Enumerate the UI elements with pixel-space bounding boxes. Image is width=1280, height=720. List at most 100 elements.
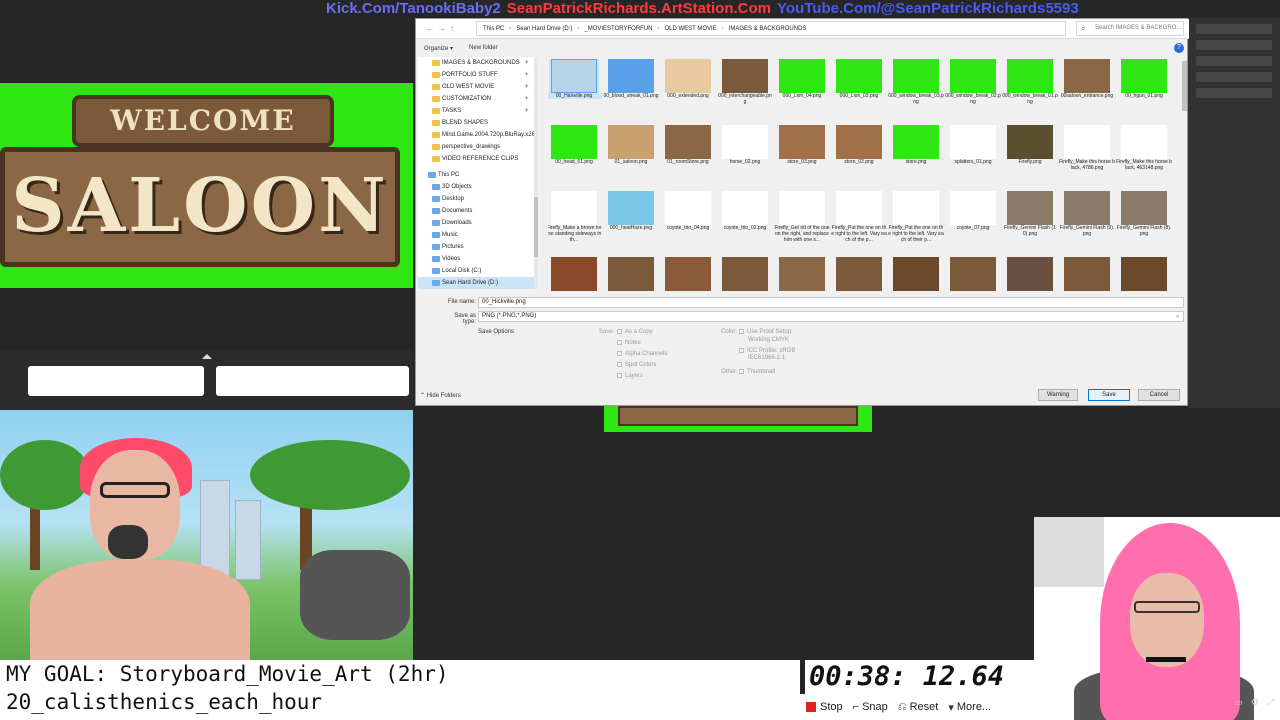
nav-item[interactable]: Desktop bbox=[418, 193, 535, 205]
nav-item[interactable]: 3D Objects bbox=[418, 181, 535, 193]
breadcrumb-item[interactable]: Sean Hard Drive (D:) bbox=[516, 26, 572, 32]
file-thumbnail[interactable] bbox=[833, 257, 885, 291]
hide-folders-toggle[interactable]: ⌃ Hide Folders bbox=[420, 392, 461, 399]
alpha-checkbox[interactable]: Alpha Channels bbox=[617, 351, 667, 357]
stop-button[interactable]: Stop bbox=[806, 701, 843, 713]
file-thumbnail[interactable] bbox=[662, 257, 714, 291]
grid-scrollbar[interactable] bbox=[1182, 57, 1187, 289]
file-thumbnail[interactable]: 000_window_break_03.png bbox=[888, 59, 944, 125]
save-button[interactable]: Save bbox=[1088, 389, 1130, 401]
file-thumbnail[interactable]: 000_window_break_02.png bbox=[945, 59, 1001, 125]
file-thumbnail[interactable]: 00_head_01.png bbox=[548, 125, 600, 191]
file-thumbnail[interactable]: Firefly_Get rid of the one on the right,… bbox=[774, 191, 830, 257]
nav-item[interactable]: PORTFOLIO STUFF ✦ bbox=[418, 69, 535, 81]
breadcrumb-item[interactable]: _MOVIESTORYFORFUN bbox=[584, 26, 652, 32]
nav-item[interactable]: TASKS ✦ bbox=[418, 105, 535, 117]
nav-item-this-pc[interactable]: This PC bbox=[418, 169, 535, 181]
expand-icon[interactable]: ⤢ bbox=[1267, 697, 1274, 708]
file-thumbnail[interactable]: Firefly_Gemini Flash (8).png bbox=[1117, 191, 1171, 257]
file-thumbnail[interactable] bbox=[605, 257, 657, 291]
nav-item[interactable]: Downloads bbox=[418, 217, 535, 229]
file-thumbnail[interactable]: store_03.png bbox=[776, 125, 828, 191]
breadcrumb-item[interactable]: OLD WEST MOVIE bbox=[664, 26, 716, 32]
file-thumbnail[interactable]: 000_heatHaze.png bbox=[605, 191, 657, 257]
nav-item[interactable]: VIDEO REFERENCE CLIPS bbox=[418, 153, 535, 165]
file-thumbnail[interactable]: 000_interchangeable.png bbox=[718, 59, 772, 125]
thumbnail-checkbox[interactable]: Thumbnail bbox=[739, 369, 775, 375]
nav-scrollbar[interactable] bbox=[534, 57, 538, 289]
file-thumbnail[interactable]: 00_Hickville.png bbox=[548, 59, 602, 125]
file-thumbnail[interactable]: coyote_07.png bbox=[947, 191, 999, 257]
file-thumbnail[interactable]: Firefly_Put the one on the right to the … bbox=[888, 191, 944, 257]
new-folder-button[interactable]: New folder bbox=[469, 45, 498, 51]
cancel-button[interactable]: Cancel bbox=[1138, 389, 1180, 401]
file-thumbnail[interactable]: splatters_01.png bbox=[947, 125, 999, 191]
reset-button[interactable]: ⎌ Reset bbox=[898, 701, 939, 714]
use-proof-checkbox[interactable]: Use Proof Setup: bbox=[739, 329, 793, 335]
organize-button[interactable]: Organize ▾ bbox=[424, 45, 453, 52]
file-thumbnail[interactable]: 00_hgun_01.png bbox=[1118, 59, 1170, 125]
file-thumbnail[interactable]: 00_blood_streak_01.png bbox=[603, 59, 659, 125]
window-icon[interactable]: ▭ bbox=[1234, 697, 1243, 708]
file-thumbnail[interactable]: coyote_trio_02.png bbox=[719, 191, 771, 257]
nav-item[interactable]: Documents bbox=[418, 205, 535, 217]
nav-item-selected[interactable]: Sean Hard Drive (D:) bbox=[418, 277, 535, 289]
file-thumbnail[interactable]: 01_roomStore.png bbox=[662, 125, 714, 191]
file-thumbnail[interactable]: 000_Lion_04.png bbox=[776, 59, 828, 125]
as-copy-checkbox[interactable]: As a Copy bbox=[617, 329, 653, 335]
nav-item[interactable]: OLD WEST MOVIE ✦ bbox=[418, 81, 535, 93]
file-thumbnail[interactable]: 000_window_break_01.png bbox=[1002, 59, 1058, 125]
file-thumbnail[interactable]: store_02.png bbox=[833, 125, 885, 191]
file-thumbnail[interactable]: Firefly_Make a brown horse standing side… bbox=[548, 191, 601, 257]
file-thumbnail[interactable]: store.png bbox=[890, 125, 942, 191]
search-input[interactable]: ⌕ Search IMAGES & BACKGRO... bbox=[1076, 21, 1184, 36]
warning-button[interactable]: Warning bbox=[1038, 389, 1078, 401]
icc-checkbox[interactable]: ICC Profile: sRGB bbox=[739, 348, 795, 354]
scroll-thumb[interactable] bbox=[1182, 61, 1187, 111]
file-thumbnail[interactable]: 000_extended.png bbox=[662, 59, 714, 125]
file-thumbnail[interactable] bbox=[1061, 257, 1113, 291]
file-thumbnail[interactable]: Firefly_Put the one on the right to the … bbox=[831, 191, 887, 257]
file-thumbnail[interactable]: Firefly_Gemini Flash (10).png bbox=[1004, 191, 1056, 257]
file-thumbnail[interactable]: 01_saloon.png bbox=[605, 125, 657, 191]
nav-item[interactable]: perspective_drawings bbox=[418, 141, 535, 153]
file-name-label: coyote_07.png bbox=[956, 225, 990, 231]
nav-arrows-icon[interactable]: ←→↑ bbox=[426, 24, 458, 33]
help-icon[interactable]: ? bbox=[1174, 43, 1184, 53]
breadcrumb-item[interactable]: This PC bbox=[483, 26, 504, 32]
scroll-thumb[interactable] bbox=[534, 197, 538, 257]
settings-icon[interactable]: ⚙ bbox=[1251, 697, 1259, 708]
snap-button[interactable]: ⌐ Snap bbox=[853, 701, 888, 713]
file-thumbnail[interactable] bbox=[1004, 257, 1056, 291]
breadcrumb-item[interactable]: IMAGES & BACKGROUNDS bbox=[729, 26, 807, 32]
notes-checkbox[interactable]: Notes bbox=[617, 340, 641, 346]
file-thumbnail[interactable] bbox=[776, 257, 828, 291]
file-thumbnail[interactable]: 00saloon_entrance.png bbox=[1061, 59, 1113, 125]
file-thumbnail[interactable] bbox=[1118, 257, 1170, 291]
file-thumbnail[interactable]: horse_02.png bbox=[719, 125, 771, 191]
file-name-field[interactable]: 00_Hickville.png bbox=[478, 297, 1184, 308]
file-thumbnail[interactable]: Firefly_Make this horse black, 463148.pn… bbox=[1116, 125, 1172, 191]
nav-item[interactable]: Videos bbox=[418, 253, 535, 265]
file-thumbnail[interactable]: Firefly_Gemini Flash (9).png bbox=[1060, 191, 1114, 257]
nav-item[interactable]: BLEND SHAPES bbox=[418, 117, 535, 129]
file-thumbnail[interactable]: 000_Lion_03.png bbox=[833, 59, 885, 125]
layers-checkbox[interactable]: Layers bbox=[617, 373, 643, 379]
nav-item[interactable]: Local Disk (C:) bbox=[418, 265, 535, 277]
nav-item[interactable]: CUSTOMIZATION ✦ bbox=[418, 93, 535, 105]
spot-checkbox[interactable]: Spot Colors bbox=[617, 362, 656, 368]
save-type-select[interactable]: PNG (*.PNG;*.PNG) ⌄ bbox=[478, 311, 1184, 322]
file-thumbnail[interactable]: Firefly_Make this horse black, 4786.png bbox=[1059, 125, 1115, 191]
file-thumbnail[interactable] bbox=[947, 257, 999, 291]
file-thumbnail[interactable] bbox=[719, 257, 771, 291]
nav-item[interactable]: Pictures bbox=[418, 241, 535, 253]
file-thumbnail[interactable]: Firefly.png bbox=[1004, 125, 1056, 191]
breadcrumb[interactable]: This PC › Sean Hard Drive (D:) › _MOVIESTO… bbox=[476, 21, 1066, 36]
nav-item[interactable]: Music bbox=[418, 229, 535, 241]
nav-item[interactable]: Mind.Game.2004.720p.BluRay.x26 bbox=[418, 129, 535, 141]
file-thumbnail[interactable] bbox=[890, 257, 942, 291]
file-thumbnail[interactable] bbox=[548, 257, 600, 291]
file-thumbnail[interactable]: coyote_trio_04.png bbox=[662, 191, 714, 257]
more-button[interactable]: ▾ More... bbox=[948, 701, 991, 714]
nav-item[interactable]: IMAGES & BACKGROUNDS ✦ bbox=[418, 57, 535, 69]
